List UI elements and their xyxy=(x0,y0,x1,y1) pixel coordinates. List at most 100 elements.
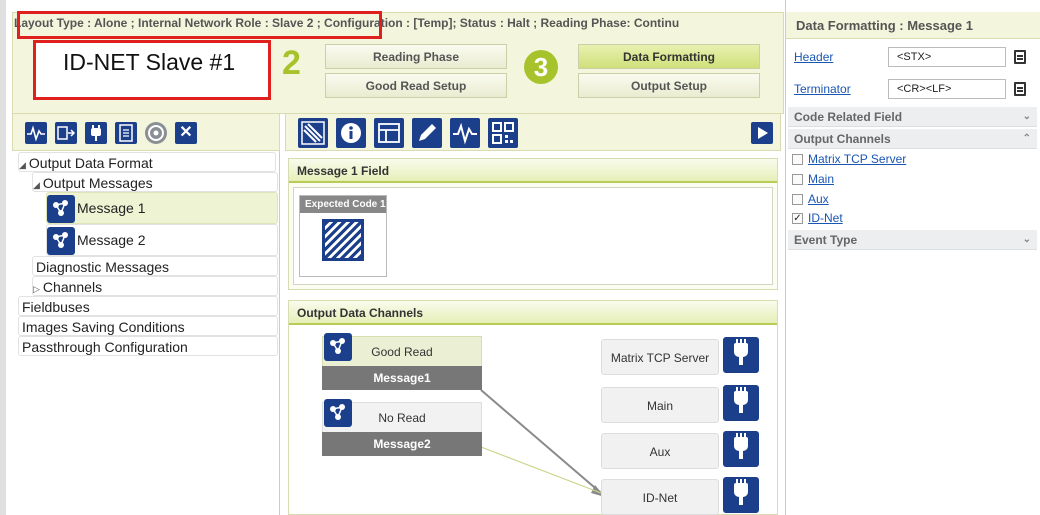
tree-label: Message 1 xyxy=(77,200,146,216)
output-label: ID-Net xyxy=(601,479,719,515)
tree-label: Images Saving Conditions xyxy=(22,319,185,335)
header-edit-icon[interactable] xyxy=(1014,50,1026,64)
expanded-triangle-icon: ◢ xyxy=(33,180,40,190)
output-tree: ◢ Output Data Format ◢ Output Messages Mes… xyxy=(12,151,280,515)
output-channels-panel: Output Data Channels Good Read Message1 … xyxy=(288,300,778,515)
main-channel-link[interactable]: Main xyxy=(808,172,834,186)
chevron-down-icon: ⌄ xyxy=(1022,111,1031,122)
message-field-panel: Message 1 Field Expected Code 1 xyxy=(288,158,778,290)
id-net-channel-link[interactable]: ID-Net xyxy=(808,211,843,225)
output-label: Matrix TCP Server xyxy=(601,339,719,375)
tree-label: Output Messages xyxy=(42,175,153,191)
waveform-icon[interactable] xyxy=(25,122,47,144)
settings-wheel-icon[interactable] xyxy=(145,122,167,144)
tree-item-passthrough[interactable]: Passthrough Configuration xyxy=(18,336,278,356)
close-icon[interactable]: ✕ xyxy=(175,122,197,144)
collapsed-triangle-icon: ▷ xyxy=(33,284,40,294)
matrix-tcp-output-node[interactable]: Matrix TCP Server xyxy=(601,337,761,375)
tree-item-output-data-format[interactable]: ◢ Output Data Format xyxy=(18,152,276,172)
good-read-setup-button[interactable]: Good Read Setup xyxy=(325,73,507,98)
slave-label: ID-NET Slave #1 xyxy=(63,49,236,75)
expected-code-title: Expected Code 1 xyxy=(300,196,386,213)
output-setup-button[interactable]: Output Setup xyxy=(578,73,760,98)
left-edge-scrollbar[interactable] xyxy=(0,0,6,515)
header-field[interactable]: <STX> xyxy=(888,47,1006,67)
tree-label: Channels xyxy=(42,279,103,295)
export-icon[interactable] xyxy=(55,122,77,144)
output-channels-label: Output Channels xyxy=(794,132,891,146)
message-icon xyxy=(47,195,75,224)
data-formatting-button[interactable]: Data Formatting xyxy=(578,44,760,69)
output-channels-section[interactable]: Output Channels ⌃ xyxy=(788,129,1037,149)
tree-item-images-saving[interactable]: Images Saving Conditions xyxy=(18,316,278,336)
play-icon[interactable] xyxy=(751,122,773,144)
table-icon[interactable] xyxy=(374,118,404,148)
expected-code-card[interactable]: Expected Code 1 xyxy=(299,195,387,277)
message2-label: Message2 xyxy=(322,432,482,456)
plug-icon xyxy=(723,431,759,467)
tree-item-message-2[interactable]: Message 2 xyxy=(46,224,278,256)
slave-label-box: ID-NET Slave #1 xyxy=(33,40,271,100)
main-output-node[interactable]: Main xyxy=(601,385,761,423)
barcode-icon xyxy=(322,219,364,261)
output-label: Main xyxy=(601,387,719,423)
message1-connector xyxy=(480,389,602,494)
properties-title: Data Formatting : Message 1 xyxy=(786,12,1040,39)
message1-label: Message1 xyxy=(322,366,482,390)
plug-icon xyxy=(723,385,759,421)
qr-code-icon[interactable] xyxy=(488,118,518,148)
status-highlight-box xyxy=(17,11,382,39)
no-read-node[interactable]: No Read Message2 xyxy=(322,399,482,458)
properties-panel: Data Formatting : Message 1 Header <STX>… xyxy=(785,0,1040,515)
message-field-canvas: Expected Code 1 xyxy=(293,187,773,285)
output-label: Aux xyxy=(601,433,719,469)
id-net-output-node[interactable]: ID-Net xyxy=(601,477,761,515)
center-toolbar xyxy=(285,113,781,151)
tree-item-message-1[interactable]: Message 1 xyxy=(46,192,278,224)
matrix-tcp-channel-link[interactable]: Matrix TCP Server xyxy=(808,152,906,166)
message-icon xyxy=(47,227,75,256)
tree-item-output-messages[interactable]: ◢ Output Messages xyxy=(32,172,278,192)
aux-output-node[interactable]: Aux xyxy=(601,431,761,469)
event-type-section[interactable]: Event Type ⌄ xyxy=(788,230,1037,250)
main-checkbox[interactable] xyxy=(792,174,803,185)
plug-icon xyxy=(723,337,759,373)
code-related-field-section[interactable]: Code Related Field ⌄ xyxy=(788,107,1037,127)
step-three-badge: 3 xyxy=(524,50,558,84)
chevron-up-icon: ⌃ xyxy=(1022,133,1031,144)
tree-label: Diagnostic Messages xyxy=(36,259,170,275)
terminator-label[interactable]: Terminator xyxy=(794,82,851,96)
terminator-field[interactable]: <CR><LF> xyxy=(888,79,1006,99)
message-icon xyxy=(324,399,352,427)
tree-label: Passthrough Configuration xyxy=(22,339,188,355)
expanded-triangle-icon: ◢ xyxy=(19,160,26,170)
tree-item-diagnostic-messages[interactable]: Diagnostic Messages xyxy=(32,256,278,276)
message2-connector xyxy=(480,446,602,494)
waveform-icon[interactable] xyxy=(450,118,480,148)
aux-channel-link[interactable]: Aux xyxy=(808,192,829,206)
event-type-label: Event Type xyxy=(794,233,858,247)
aux-checkbox[interactable] xyxy=(792,194,803,205)
plug-icon xyxy=(723,477,759,513)
tree-item-fieldbuses[interactable]: Fieldbuses xyxy=(18,296,278,316)
tree-item-channels[interactable]: ▷ Channels xyxy=(32,276,278,296)
header-label[interactable]: Header xyxy=(794,50,833,64)
plug-icon[interactable] xyxy=(85,122,107,144)
tree-label: Output Data Format xyxy=(28,155,153,171)
barcode-icon[interactable] xyxy=(298,118,328,148)
matrix-tcp-checkbox[interactable] xyxy=(792,154,803,165)
tree-label: Message 2 xyxy=(77,232,146,248)
id-net-checkbox[interactable]: ✓ xyxy=(792,213,803,224)
step-two-number: 2 xyxy=(282,44,301,82)
pencil-icon[interactable] xyxy=(412,118,442,148)
left-toolbar: ✕ xyxy=(12,113,280,151)
document-icon[interactable] xyxy=(115,122,137,144)
reading-phase-button[interactable]: Reading Phase xyxy=(325,44,507,69)
good-read-node[interactable]: Good Read Message1 xyxy=(322,333,482,392)
code-related-field-label: Code Related Field xyxy=(794,110,903,124)
chevron-down-icon: ⌄ xyxy=(1022,234,1031,245)
info-icon[interactable] xyxy=(336,118,366,148)
message-icon xyxy=(324,333,352,361)
tree-label: Fieldbuses xyxy=(22,299,90,315)
terminator-edit-icon[interactable] xyxy=(1014,82,1026,96)
